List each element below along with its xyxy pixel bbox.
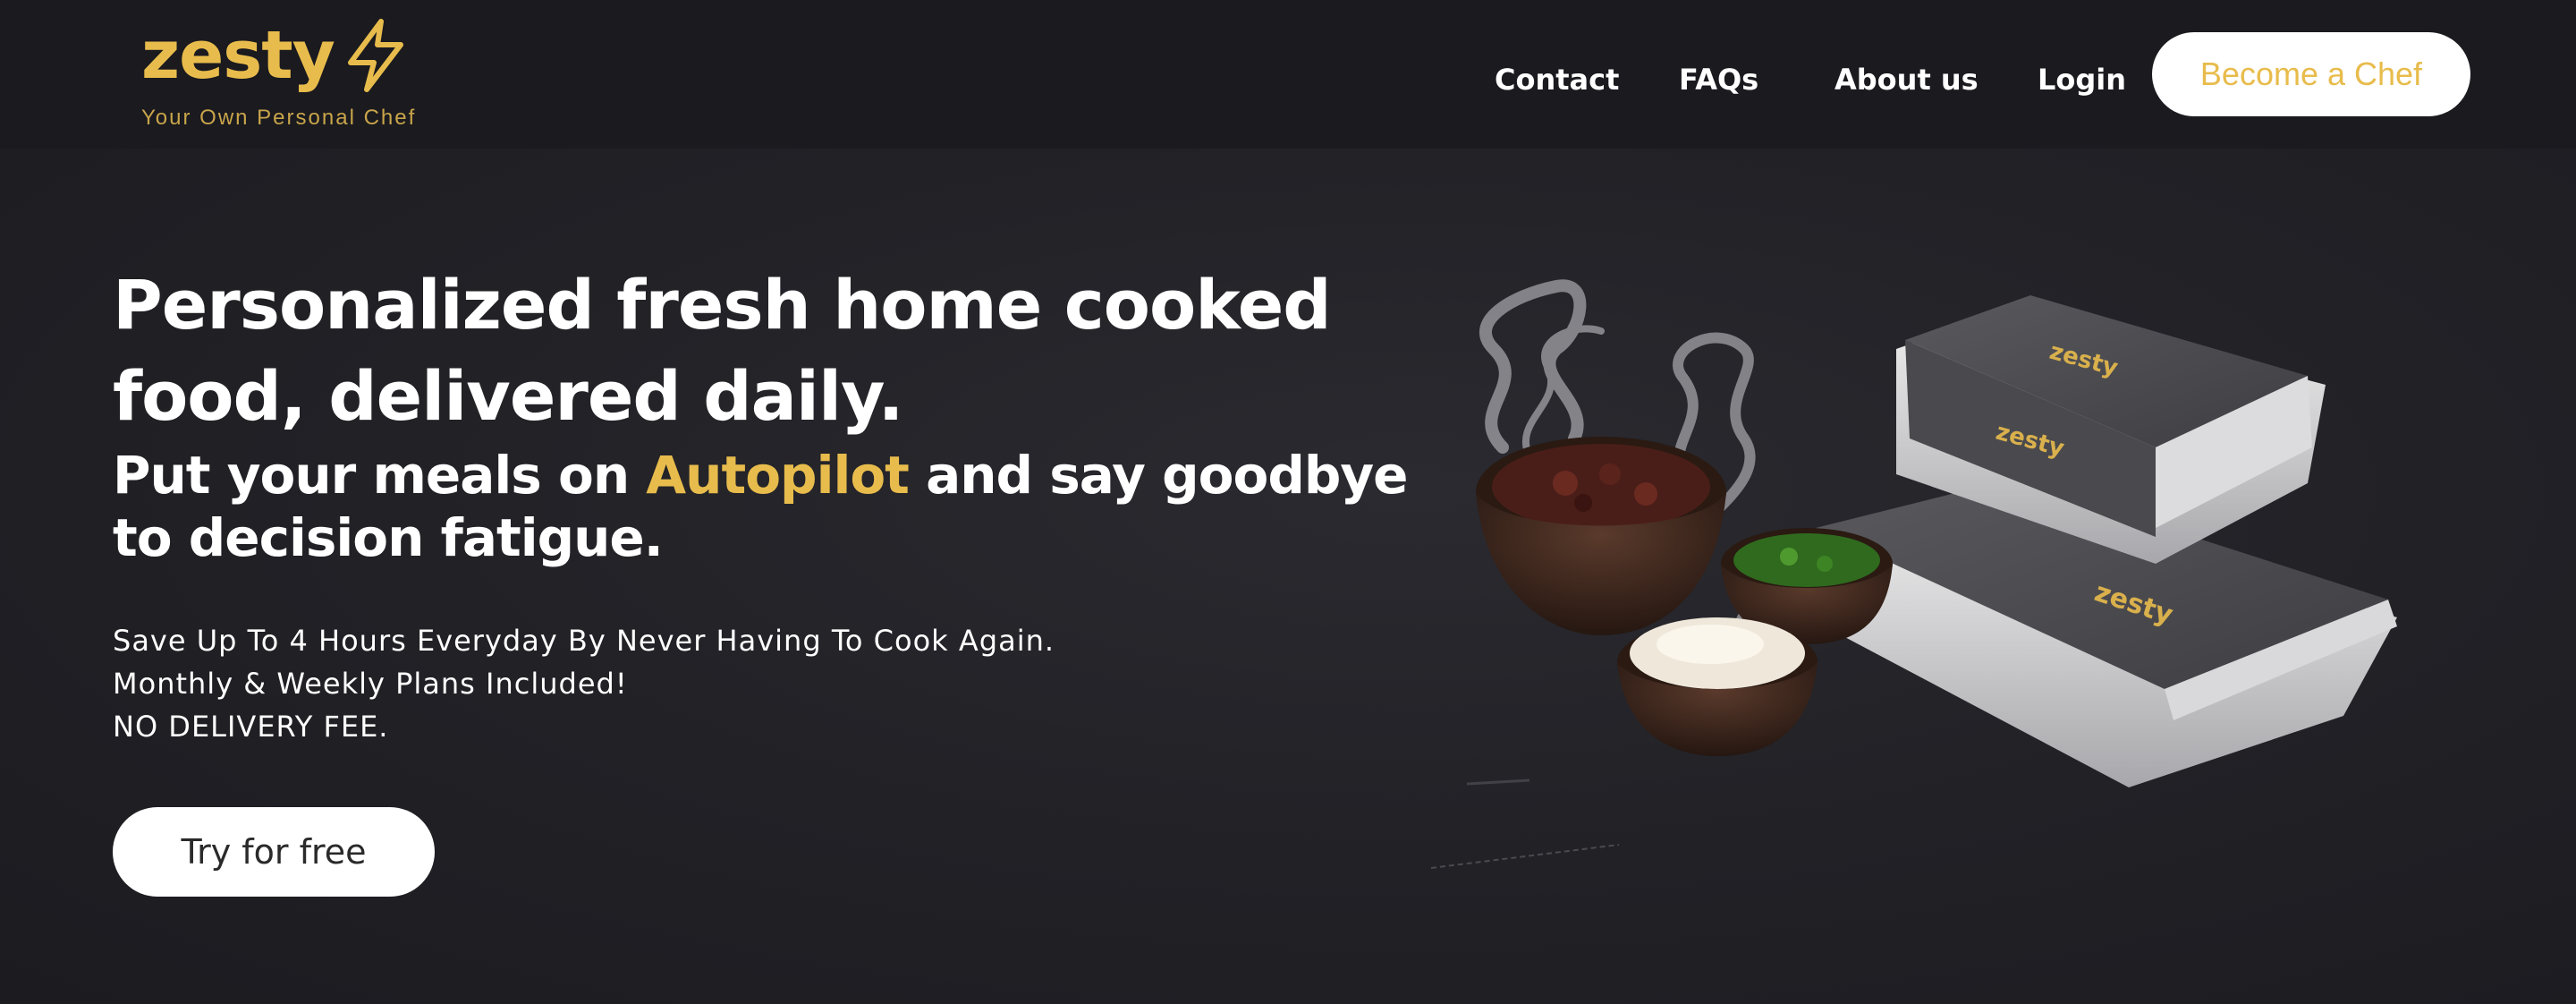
- become-a-chef-button[interactable]: Become a Chef: [2152, 32, 2470, 116]
- brand-logo[interactable]: zesty: [141, 13, 410, 98]
- nav-link-contact[interactable]: Contact: [1495, 59, 1619, 100]
- stew-bowl: [1476, 437, 1726, 635]
- logo-wordmark: zesty: [141, 17, 335, 94]
- lightning-bolt-icon: [347, 19, 403, 92]
- hero-section: Personalized fresh home cooked food, del…: [0, 149, 2576, 1004]
- hero-headline: Personalized fresh home cooked food, del…: [113, 265, 1332, 436]
- hero-subheadline: Put your meals on Autopilot and say good…: [113, 444, 1454, 569]
- benefits-list: Save Up To 4 Hours Everyday By Never Hav…: [113, 619, 1055, 748]
- try-for-free-button[interactable]: Try for free: [113, 807, 435, 897]
- food-delivery-image: zesty zesty zesty: [1476, 279, 2397, 787]
- benefit-item: Monthly & Weekly Plans Included!: [113, 667, 628, 701]
- rice-bowl: [1617, 617, 1818, 756]
- nav-link-login[interactable]: Login: [2038, 59, 2126, 100]
- nav-link-about-us[interactable]: About us: [1835, 59, 1979, 100]
- subhead-text-start: Put your meals on: [113, 445, 647, 506]
- nav-link-faqs[interactable]: FAQs: [1679, 59, 1758, 100]
- subhead-accent-word: Autopilot: [646, 445, 910, 506]
- brand-tagline: Your Own Personal Chef: [141, 106, 417, 130]
- site-header: zesty Your Own Personal Chef Contact FAQ…: [0, 0, 2576, 149]
- benefit-item: Save Up To 4 Hours Everyday By Never Hav…: [113, 624, 1055, 658]
- benefit-item: NO DELIVERY FEE.: [113, 710, 389, 744]
